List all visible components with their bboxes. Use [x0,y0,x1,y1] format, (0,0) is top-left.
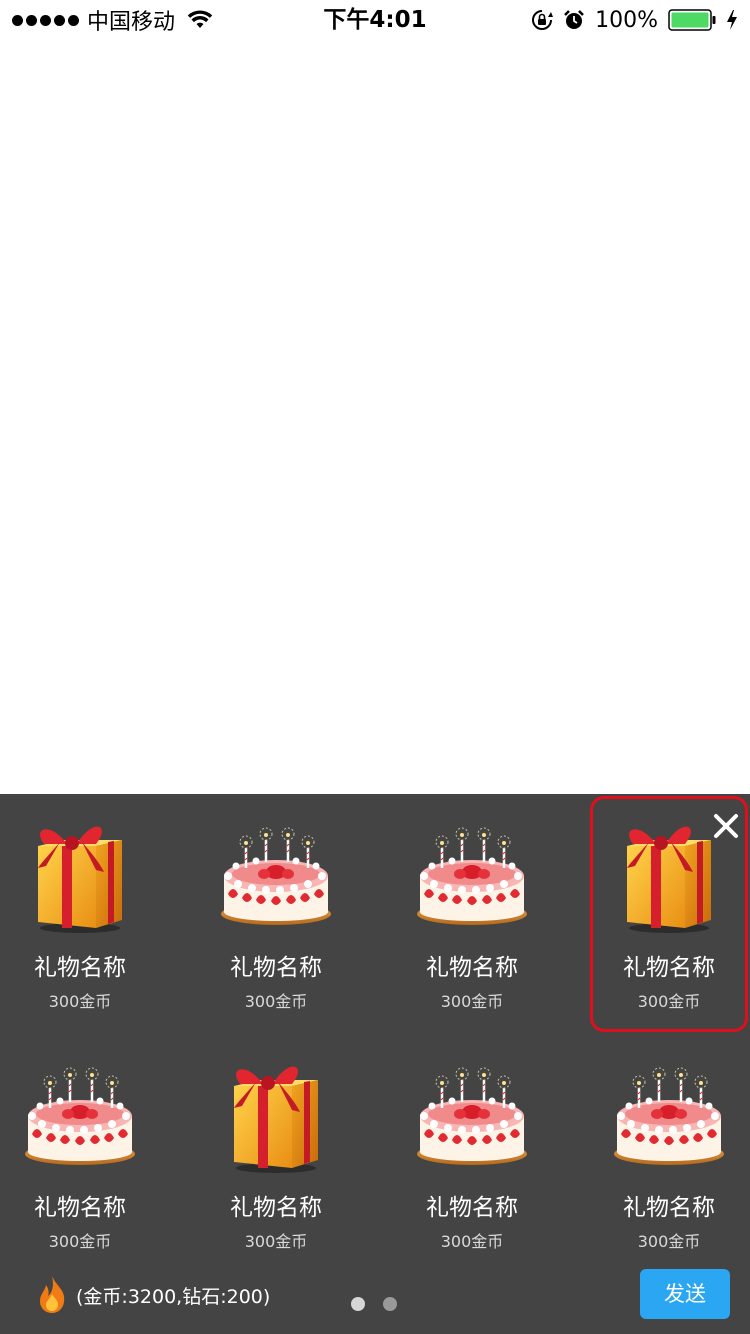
close-icon[interactable] [712,812,740,840]
gift-price: 300金币 [440,1232,504,1251]
battery-icon [668,9,716,31]
gift-name: 礼物名称 [623,1195,715,1221]
gift-price: 300金币 [48,992,112,1011]
page-dot-active[interactable] [351,1297,365,1311]
gift-item[interactable]: 礼物名称 300金币 [590,1036,748,1272]
status-bar: 中国移动 下午4:01 100% [0,0,750,40]
birthday-cake-icon [609,1058,729,1168]
gift-box-icon [226,1056,326,1176]
gift-name: 礼物名称 [426,1195,518,1221]
gift-name: 礼物名称 [230,1195,322,1221]
page-indicator[interactable] [351,1297,397,1311]
status-right: 100% [531,0,738,40]
rotation-lock-icon [532,10,554,30]
gift-name: 礼物名称 [426,955,518,981]
gift-price: 300金币 [637,992,701,1011]
birthday-cake-icon [412,1058,532,1168]
gift-price: 300金币 [244,1232,308,1251]
wifi-icon [187,10,213,28]
gift-name: 礼物名称 [34,955,126,981]
birthday-cake-icon [216,818,336,928]
carrier-name: 中国移动 [87,10,176,35]
gift-price: 300金币 [637,1232,701,1251]
birthday-cake-icon [20,1058,140,1168]
charging-icon [727,10,737,30]
birthday-cake-icon [412,818,532,928]
balance-text: (金币:3200,钻石:200) [76,1286,271,1308]
gift-name: 礼物名称 [34,1195,126,1221]
status-left: 中国移动 [12,0,213,40]
gift-name: 礼物名称 [623,955,715,981]
gift-item[interactable]: 礼物名称 300金币 [393,1036,551,1272]
gift-name: 礼物名称 [230,955,322,981]
gift-item[interactable]: 礼物名称 300金币 [1,796,159,1032]
gift-item[interactable]: 礼物名称 300金币 [1,1036,159,1272]
gift-item[interactable]: 礼物名称 300金币 [197,1036,355,1272]
alarm-icon [564,10,584,29]
gift-box-icon [619,816,719,936]
gift-box-icon [30,816,130,936]
fire-icon [40,1276,65,1313]
gift-price: 300金币 [440,992,504,1011]
gift-item[interactable]: 礼物名称 300金币 [393,796,551,1032]
battery-percentage: 100% [595,7,658,33]
page-dot[interactable] [383,1297,397,1311]
signal-strength-icon [12,14,79,26]
gift-price: 300金币 [48,1232,112,1251]
gift-item[interactable]: 礼物名称 300金币 [197,796,355,1032]
gift-price: 300金币 [244,992,308,1011]
send-button[interactable]: 发送 [640,1269,730,1319]
